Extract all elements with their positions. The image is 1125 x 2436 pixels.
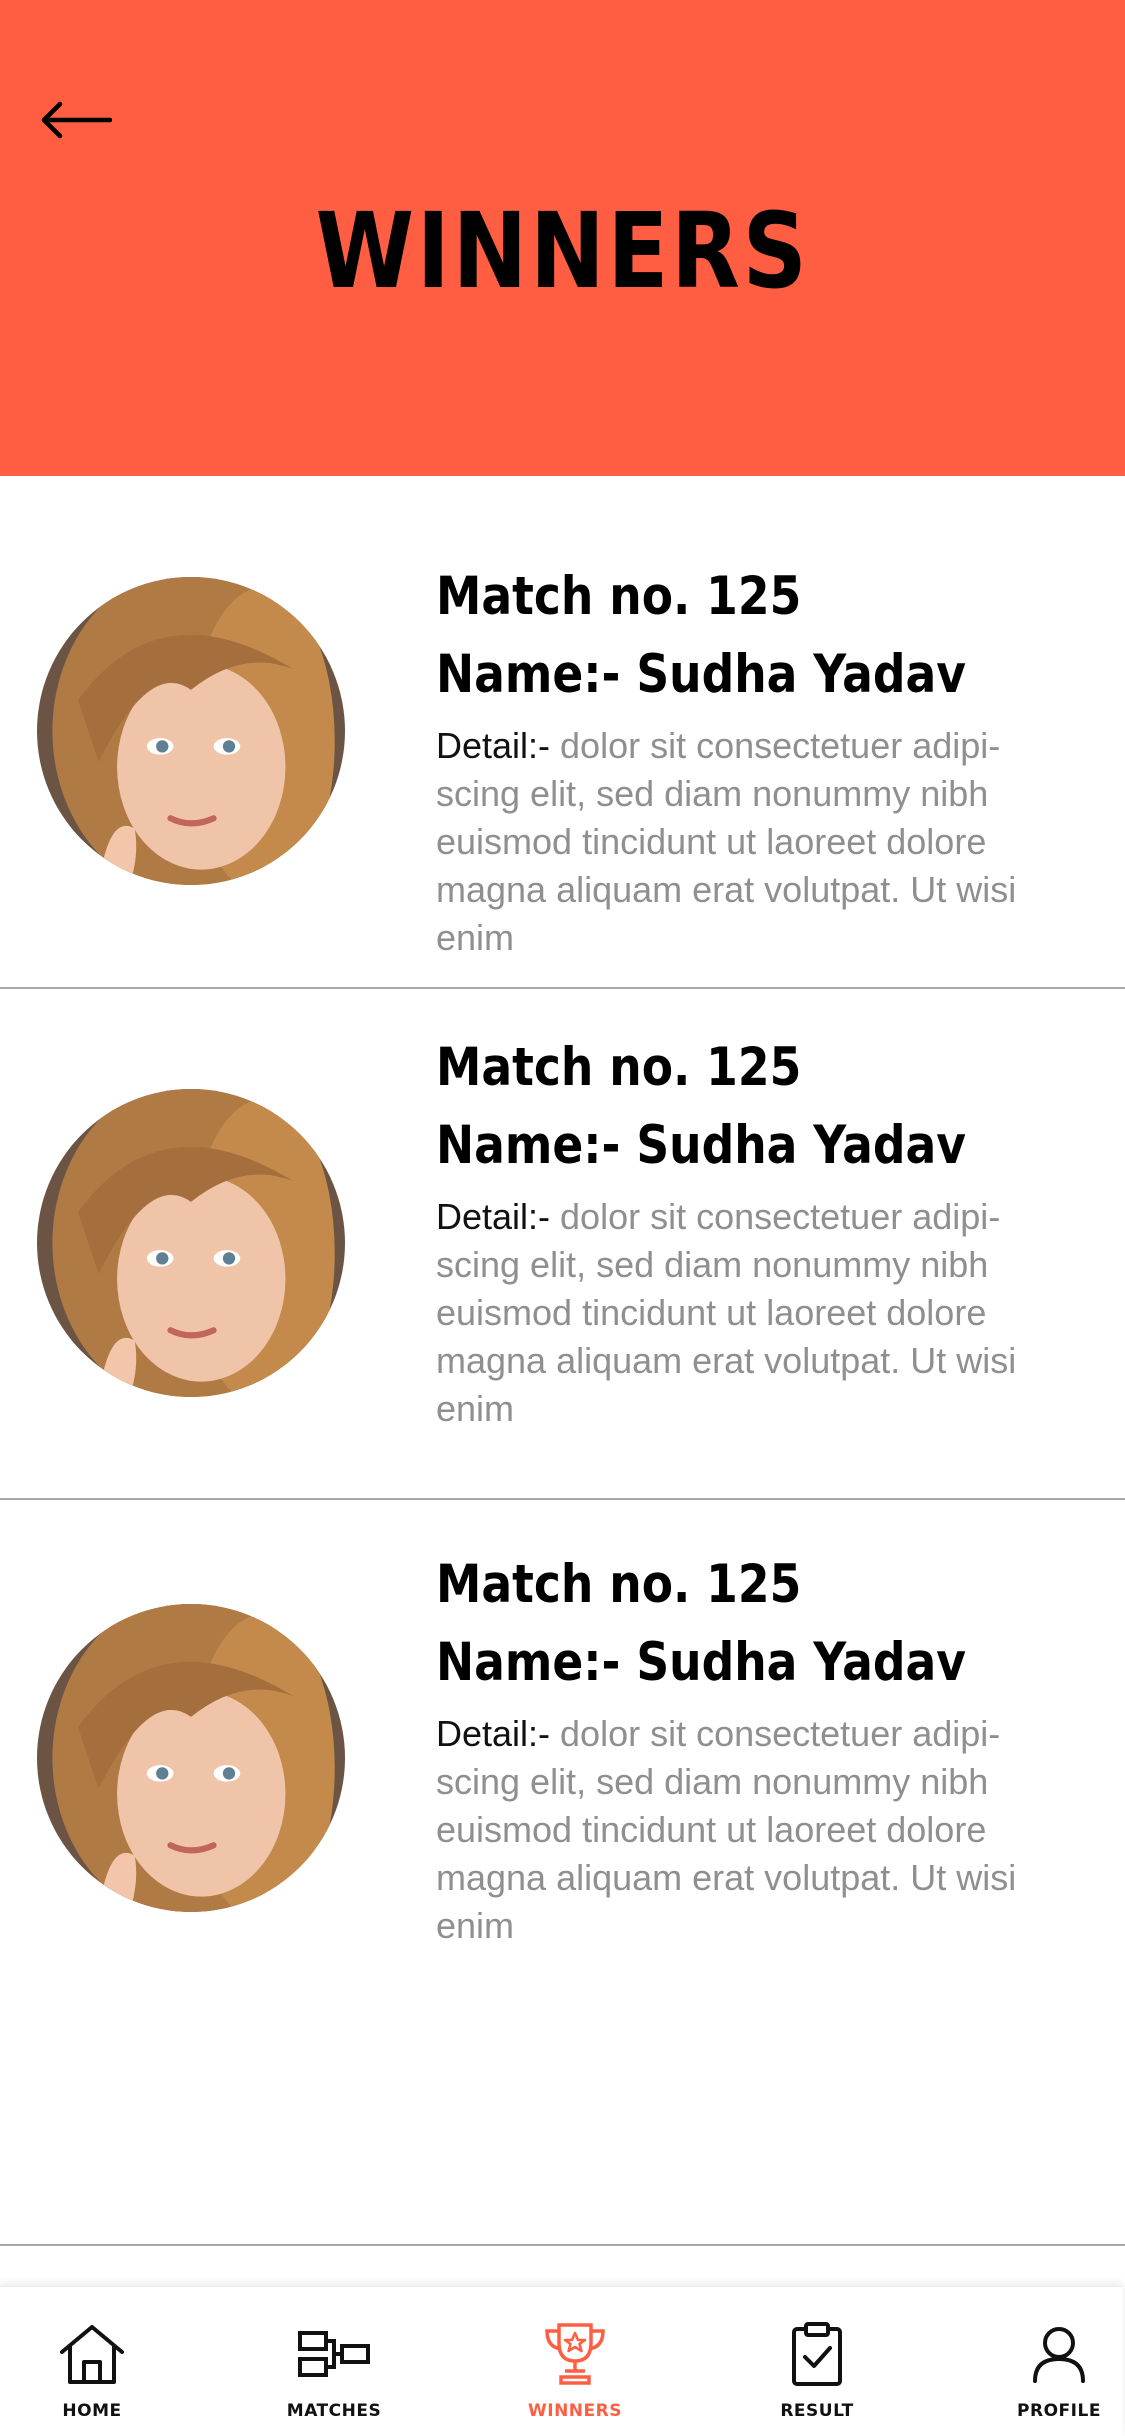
- user-icon: [1033, 2327, 1085, 2383]
- match-number: Match no. 125: [436, 566, 802, 627]
- bottom-tab-bar: HOME MATCHES WINNERS RESULT PROFILE: [0, 2286, 1123, 2436]
- divider: [0, 2244, 1125, 2246]
- winner-detail: Detail:- dolor sit consectetuer adipi-sc…: [436, 722, 1076, 962]
- tab-matches[interactable]: MATCHES: [234, 2287, 434, 2436]
- clipboard-check-icon: [792, 2322, 842, 2386]
- winner-info: Match no. 125 Name:- Sudha Yadav Detail:…: [436, 1029, 1076, 1433]
- winner-info: Match no. 125 Name:- Sudha Yadav Detail:…: [436, 1546, 1076, 1950]
- matches-icon: [298, 2331, 370, 2377]
- tab-winners[interactable]: WINNERS: [475, 2287, 675, 2436]
- winner-name: Name:- Sudha Yadav: [436, 1632, 966, 1693]
- tab-label: RESULT: [780, 2401, 854, 2421]
- back-button[interactable]: [30, 90, 120, 150]
- arrow-left-icon: [41, 101, 112, 139]
- divider: [0, 987, 1125, 989]
- tab-label: HOME: [62, 2401, 122, 2421]
- header-bar: WINNERS: [0, 0, 1125, 476]
- match-number: Match no. 125: [436, 1554, 802, 1615]
- match-number: Match no. 125: [436, 1037, 802, 1098]
- tab-label: MATCHES: [286, 2401, 382, 2421]
- home-icon: [60, 2325, 124, 2384]
- winner-name: Name:- Sudha Yadav: [436, 644, 966, 705]
- winner-avatar: [37, 1604, 345, 1912]
- tab-label: PROFILE: [1017, 2401, 1101, 2421]
- detail-label: Detail:-: [436, 725, 551, 766]
- winner-info: Match no. 125 Name:- Sudha Yadav Detail:…: [436, 558, 1076, 962]
- winner-avatar: [37, 1089, 345, 1397]
- detail-label: Detail:-: [436, 1713, 551, 1754]
- page-title: WINNERS: [315, 190, 810, 312]
- winner-name: Name:- Sudha Yadav: [436, 1115, 966, 1176]
- tab-profile[interactable]: PROFILE: [959, 2287, 1125, 2436]
- tab-home[interactable]: HOME: [0, 2287, 192, 2436]
- divider: [0, 1498, 1125, 1500]
- winner-detail: Detail:- dolor sit consectetuer adipi-sc…: [436, 1710, 1076, 1950]
- winner-avatar: [37, 577, 345, 885]
- winner-detail: Detail:- dolor sit consectetuer adipi-sc…: [436, 1193, 1076, 1433]
- tab-label: WINNERS: [528, 2401, 622, 2421]
- detail-label: Detail:-: [436, 1196, 551, 1237]
- trophy-icon: [545, 2323, 605, 2385]
- tab-result[interactable]: RESULT: [717, 2287, 917, 2436]
